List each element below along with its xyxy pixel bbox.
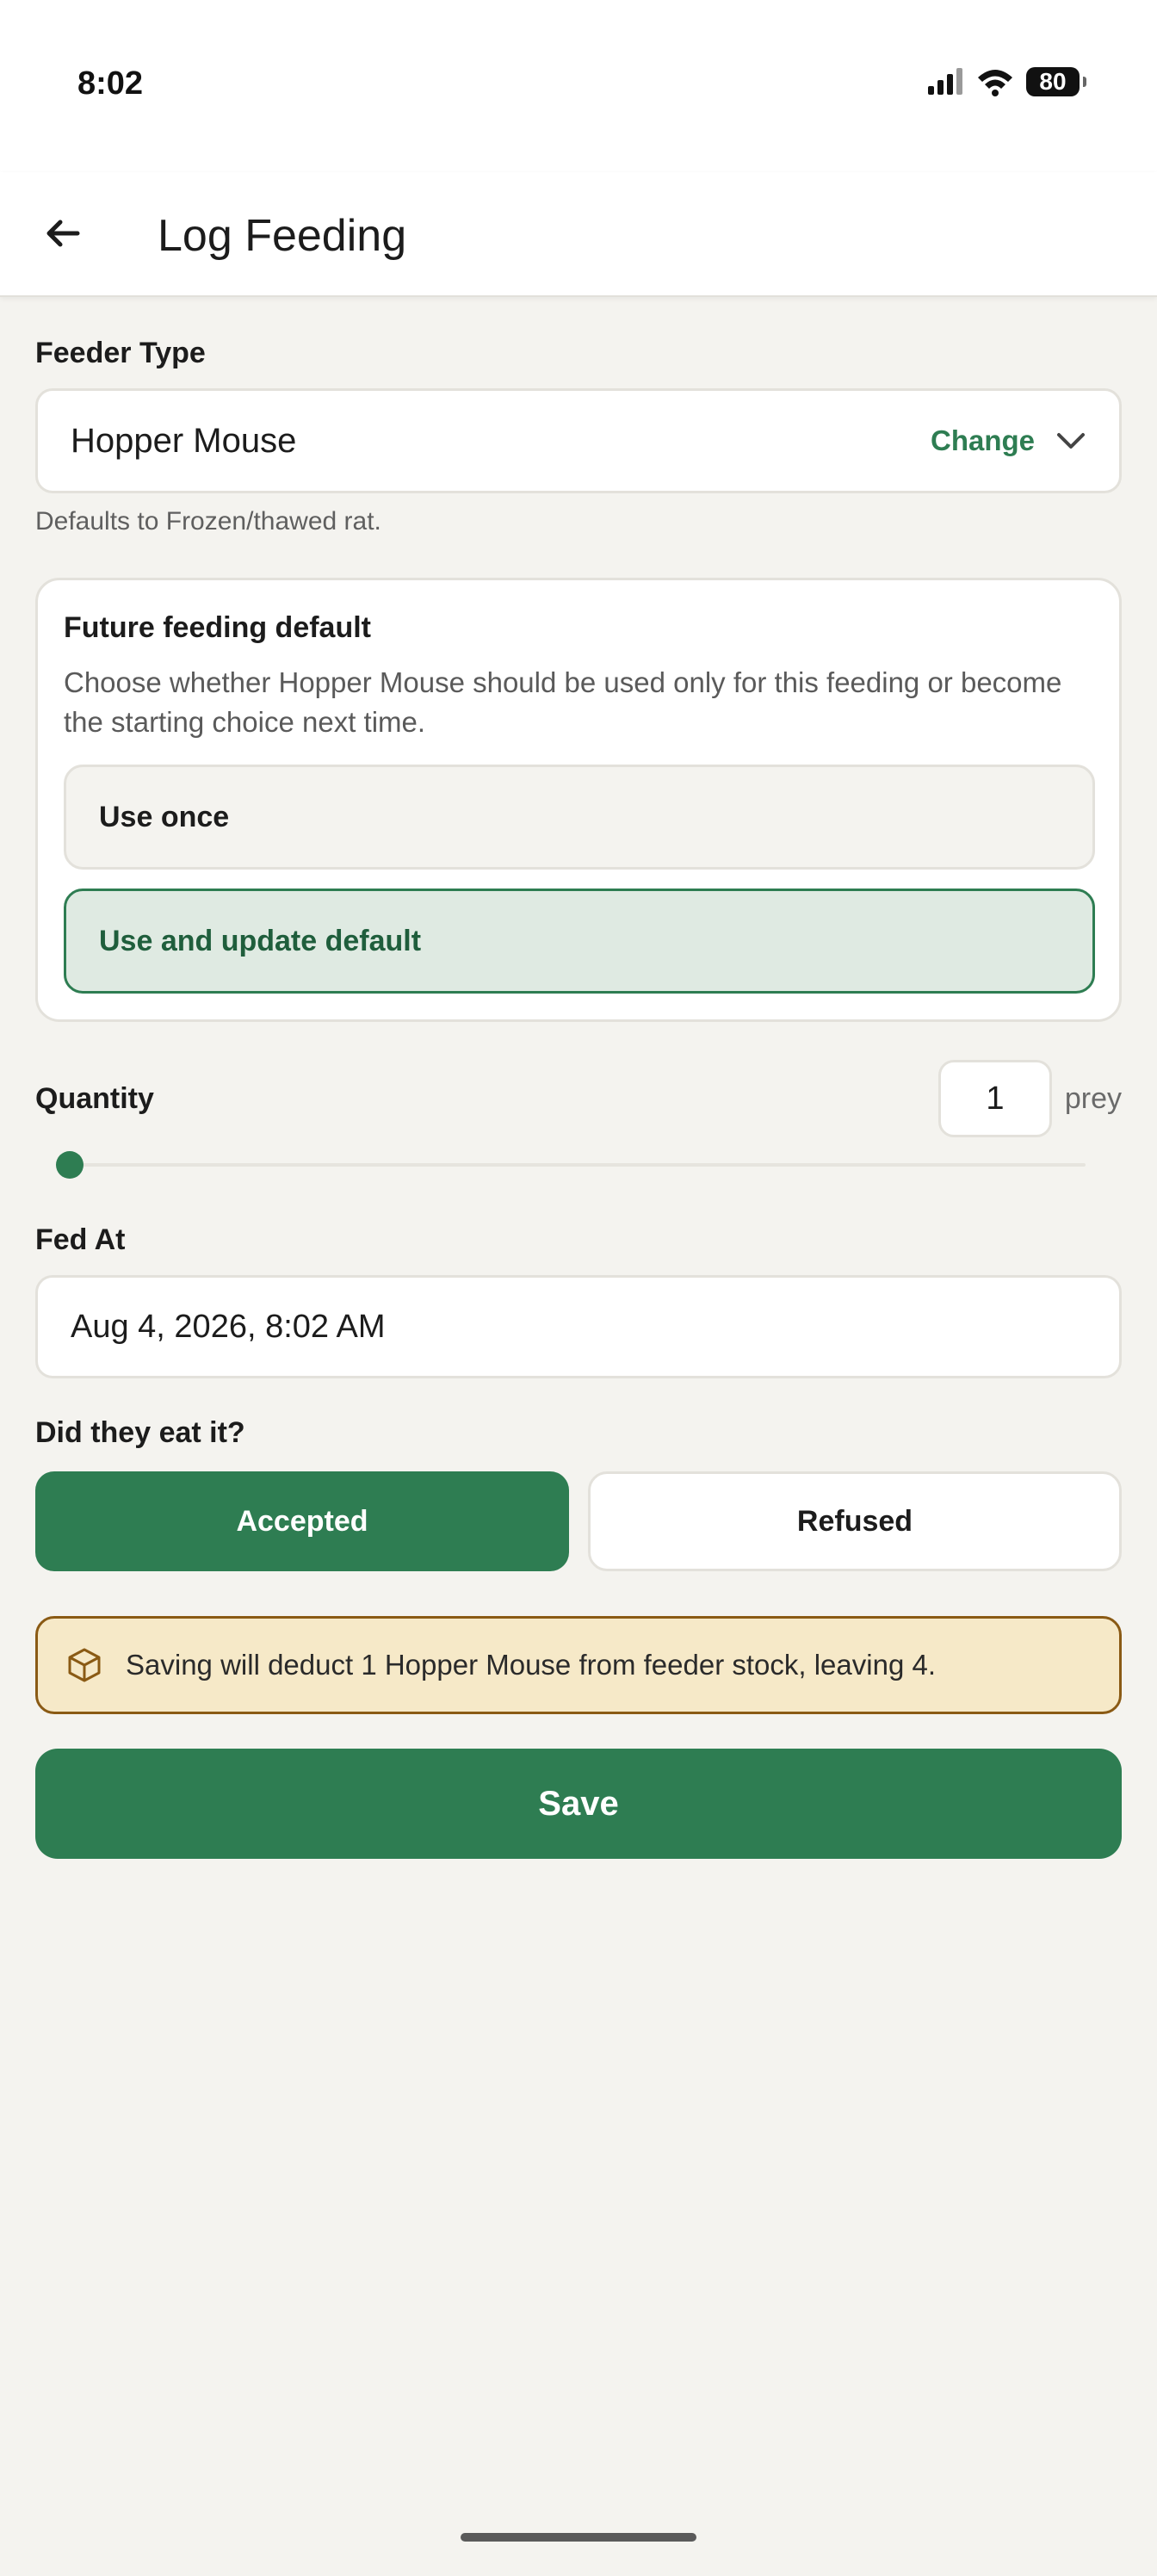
stock-notice: Saving will deduct 1 Hopper Mouse from f…: [35, 1616, 1122, 1714]
page-title: Log Feeding: [158, 211, 407, 261]
use-once-option[interactable]: Use once: [64, 765, 1095, 870]
chevron-down-icon: [1057, 433, 1085, 449]
wifi-icon: [978, 70, 1012, 96]
signal-icon: [928, 68, 962, 95]
status-icons: 80: [926, 67, 1086, 96]
change-button[interactable]: Change: [931, 424, 1035, 457]
feeder-type-label: Feeder Type: [35, 337, 206, 369]
package-icon: [68, 1648, 101, 1682]
fed-at-field[interactable]: Aug 4, 2026, 8:02 AM: [35, 1275, 1122, 1378]
quantity-label: Quantity: [35, 1082, 154, 1115]
feeder-type-select[interactable]: Hopper Mouse Change: [35, 388, 1122, 493]
accepted-button[interactable]: Accepted: [35, 1471, 569, 1571]
did-they-eat-label: Did they eat it?: [35, 1416, 245, 1449]
quantity-unit: prey: [1064, 1082, 1122, 1115]
feeder-type-value: Hopper Mouse: [71, 421, 297, 460]
fed-at-value: Aug 4, 2026, 8:02 AM: [71, 1308, 386, 1345]
home-indicator[interactable]: [461, 2533, 696, 2542]
quantity-slider-thumb[interactable]: [56, 1151, 84, 1179]
status-bar: 8:02 80: [0, 0, 1157, 172]
quantity-slider-track[interactable]: [70, 1163, 1086, 1167]
app-bar: Log Feeding: [0, 172, 1157, 297]
arrow-left-icon[interactable]: [40, 210, 86, 257]
change-control[interactable]: Change: [931, 424, 1086, 457]
future-default-card: Future feeding default Choose whether Ho…: [35, 578, 1122, 1022]
future-default-description: Choose whether Hopper Mouse should be us…: [64, 666, 1062, 738]
stock-notice-text: Saving will deduct 1 Hopper Mouse from f…: [126, 1649, 936, 1681]
save-button[interactable]: Save: [35, 1749, 1122, 1859]
battery-indicator: 80: [1026, 67, 1086, 96]
status-time: 8:02: [77, 65, 144, 102]
future-default-title: Future feeding default: [64, 611, 371, 644]
use-and-update-default-option[interactable]: Use and update default: [64, 889, 1095, 994]
quantity-input[interactable]: 1: [938, 1060, 1052, 1137]
refused-button[interactable]: Refused: [588, 1471, 1122, 1571]
fed-at-label: Fed At: [35, 1223, 126, 1256]
feeder-type-hint: Defaults to Frozen/thawed rat.: [35, 507, 381, 536]
